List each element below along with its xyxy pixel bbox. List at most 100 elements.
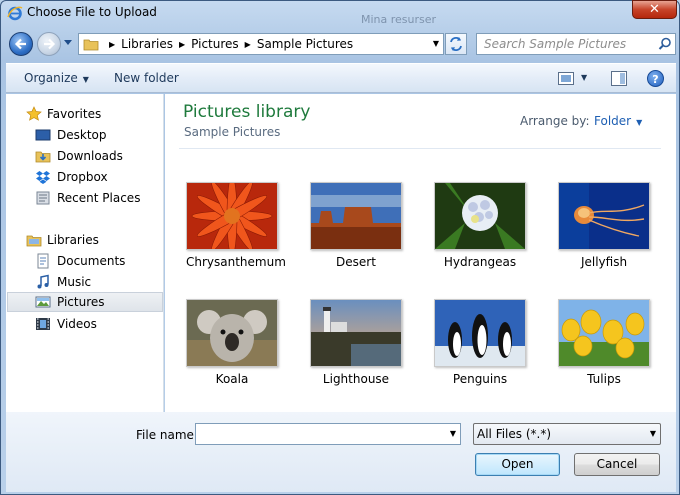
file-item-label: Chrysanthemum — [186, 255, 286, 269]
file-item-hydrangeas[interactable]: Hydrangeas — [434, 182, 526, 269]
chevron-down-icon: ▼ — [82, 75, 89, 84]
desert-thumbnail — [310, 182, 402, 250]
file-item-label: Hydrangeas — [443, 255, 517, 269]
libraries-icon — [26, 235, 42, 247]
chevron-right-icon[interactable]: ▶ — [179, 40, 185, 49]
file-item-lighthouse[interactable]: Lighthouse — [310, 299, 402, 386]
file-type-value: All Files (*.*) — [477, 427, 552, 441]
nav-item-label: Downloads — [57, 149, 123, 163]
address-dropdown-icon[interactable]: ▼ — [429, 34, 443, 54]
chevron-right-icon[interactable]: ▶ — [109, 40, 115, 49]
arrange-by-dropdown[interactable]: Folder ▼ — [594, 114, 642, 128]
organize-label: Organize — [24, 71, 78, 85]
breadcrumb-pictures[interactable]: Pictures — [191, 37, 239, 51]
forward-button[interactable] — [37, 32, 61, 56]
new-folder-button[interactable]: New folder — [114, 71, 179, 85]
nav-item-label: Dropbox — [57, 170, 108, 184]
hydrangeas-thumbnail — [434, 182, 526, 250]
nav-item-label: Pictures — [57, 295, 105, 309]
forward-arrow-icon — [44, 38, 56, 50]
favorites-label: Favorites — [47, 107, 102, 121]
nav-libraries[interactable]: Libraries — [7, 230, 163, 250]
change-view-icon[interactable] — [558, 72, 574, 85]
recent-places-icon — [36, 191, 50, 205]
nav-item-desktop[interactable]: Desktop — [7, 125, 163, 145]
file-item-koala[interactable]: Koala — [186, 299, 278, 386]
lighthouse-thumbnail — [310, 299, 402, 367]
desktop-icon — [35, 129, 51, 141]
nav-item-label: Desktop — [57, 128, 107, 142]
breadcrumb-sample-pictures[interactable]: Sample Pictures — [257, 37, 353, 51]
dialog-window: Choose File to Upload Mina resurser ✕ ▶ … — [0, 0, 680, 495]
window-title: Choose File to Upload — [27, 5, 157, 19]
chevron-down-icon: ▼ — [636, 118, 643, 127]
nav-item-recent-places[interactable]: Recent Places — [7, 188, 163, 208]
dropbox-icon — [36, 171, 50, 184]
file-item-desert[interactable]: Desert — [310, 182, 402, 269]
file-item-jellyfish[interactable]: Jellyfish — [558, 182, 650, 269]
penguins-thumbnail — [434, 299, 526, 367]
nav-item-downloads[interactable]: Downloads — [7, 146, 163, 166]
downloads-folder-icon — [35, 151, 51, 163]
file-view: Pictures library Sample Pictures Arrange… — [165, 94, 676, 412]
chevron-down-icon: ▼ — [649, 429, 656, 438]
close-button[interactable]: ✕ — [632, 0, 677, 19]
tulips-thumbnail — [558, 299, 650, 367]
close-icon: ✕ — [649, 2, 660, 17]
nav-favorites[interactable]: Favorites — [7, 104, 163, 124]
arrange-by-label: Arrange by: — [520, 114, 590, 128]
chevron-right-icon[interactable]: ▶ — [245, 40, 251, 49]
navigation-pane: Favorites Desktop Downloads Dropbox Rece… — [6, 94, 164, 412]
breadcrumb-libraries[interactable]: Libraries — [121, 37, 173, 51]
file-type-select[interactable]: All Files (*.*) ▼ — [473, 423, 661, 445]
folder-icon — [83, 39, 99, 51]
background-window-title: Mina resurser — [361, 13, 437, 26]
view-options-dropdown-icon[interactable]: ▼ — [581, 73, 587, 82]
videos-icon — [36, 318, 50, 330]
address-bar[interactable]: ▶ Libraries ▶ Pictures ▶ Sample Pictures… — [78, 33, 444, 55]
libraries-label: Libraries — [47, 233, 99, 247]
file-item-chrysanthemum[interactable]: Chrysanthemum — [186, 182, 286, 269]
nav-item-pictures[interactable]: Pictures — [7, 292, 163, 312]
file-name-input[interactable]: ▼ — [195, 423, 461, 445]
nav-item-label: Videos — [57, 317, 97, 331]
koala-thumbnail — [186, 299, 278, 367]
search-input[interactable]: Search Sample Pictures — [484, 37, 626, 51]
star-icon — [26, 106, 42, 121]
jellyfish-thumbnail — [558, 182, 650, 250]
nav-item-music[interactable]: Music — [7, 272, 163, 292]
nav-item-label: Documents — [57, 254, 126, 268]
divider — [179, 148, 661, 149]
recent-pages-dropdown-icon[interactable] — [63, 39, 73, 47]
internet-explorer-icon — [7, 6, 23, 21]
file-item-tulips[interactable]: Tulips — [558, 299, 650, 386]
refresh-button[interactable] — [445, 33, 467, 55]
cancel-button[interactable]: Cancel — [574, 453, 660, 476]
help-button[interactable]: ? — [647, 70, 664, 87]
back-button[interactable] — [9, 32, 33, 56]
preview-pane-icon[interactable] — [611, 71, 627, 86]
nav-item-dropbox[interactable]: Dropbox — [7, 167, 163, 187]
refresh-icon — [450, 37, 462, 51]
file-name-label: File name: — [136, 428, 198, 442]
library-subtitle: Sample Pictures — [184, 125, 281, 139]
file-item-label: Lighthouse — [322, 372, 390, 386]
nav-item-documents[interactable]: Documents — [7, 251, 163, 271]
organize-button[interactable]: Organize ▼ — [24, 71, 89, 85]
dialog-footer: File name: ▼ All Files (*.*) ▼ Open Canc… — [6, 412, 676, 492]
nav-item-label: Music — [57, 275, 92, 289]
file-item-penguins[interactable]: Penguins — [434, 299, 526, 386]
search-box[interactable]: Search Sample Pictures — [476, 33, 676, 55]
file-item-label: Tulips — [587, 372, 621, 386]
open-button[interactable]: Open — [475, 453, 560, 476]
breadcrumb: ▶ Libraries ▶ Pictures ▶ Sample Pictures — [103, 37, 353, 51]
documents-icon — [37, 253, 49, 269]
nav-item-videos[interactable]: Videos — [7, 314, 163, 334]
search-icon[interactable] — [658, 37, 672, 51]
chrysanthemum-thumbnail — [186, 182, 278, 250]
back-arrow-icon — [14, 38, 26, 50]
title-bar[interactable]: Choose File to Upload Mina resurser ✕ — [1, 0, 680, 27]
file-item-label: Koala — [215, 372, 249, 386]
chevron-down-icon[interactable]: ▼ — [450, 429, 456, 438]
arrange-by-value: Folder — [594, 114, 632, 128]
